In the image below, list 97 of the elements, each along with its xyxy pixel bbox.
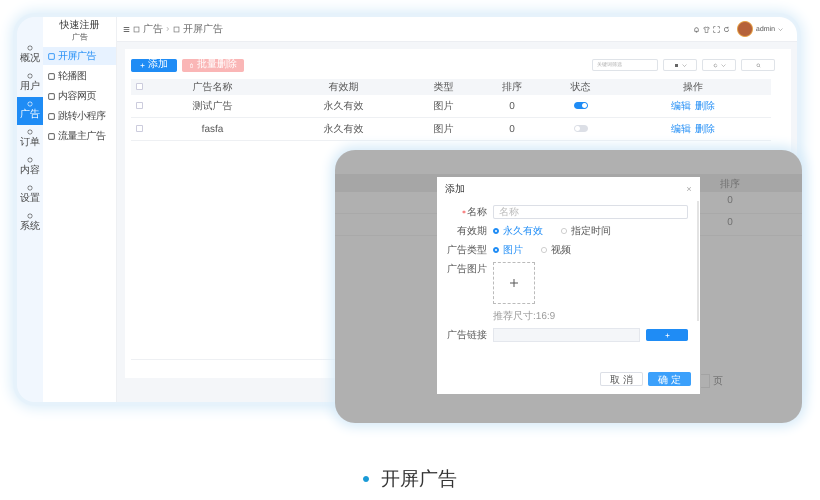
menu-item-icon xyxy=(48,52,55,60)
table-cell-text: 0 xyxy=(726,217,734,228)
name-field[interactable]: 名称 xyxy=(493,205,688,219)
status-toggle[interactable] xyxy=(574,102,588,110)
menu-item-icon xyxy=(48,132,55,140)
app-title: 快速注册 xyxy=(60,20,100,32)
field-label: 有效期 xyxy=(457,224,487,238)
rail-label: 用户 xyxy=(20,80,40,93)
trash-icon xyxy=(189,62,194,68)
select-all-checkbox[interactable] xyxy=(136,82,142,90)
column-header: 操作 xyxy=(614,79,771,95)
status-toggle[interactable] xyxy=(574,125,588,132)
column-header: 状态 xyxy=(546,79,615,95)
plus-icon xyxy=(509,278,519,288)
row-checkbox[interactable] xyxy=(136,102,142,108)
fullscreen-icon[interactable] xyxy=(712,26,720,32)
rail-label: 广告 xyxy=(20,108,40,121)
close-icon[interactable] xyxy=(686,186,692,192)
dialog-title: 添加 xyxy=(445,182,465,196)
avatar[interactable] xyxy=(736,21,753,37)
column-header: 排序 xyxy=(478,79,546,95)
rail-item[interactable]: 内容 xyxy=(17,153,43,181)
table-cell: fasfa xyxy=(147,118,278,140)
pager-label: 页 xyxy=(713,375,723,388)
page-input[interactable] xyxy=(701,374,710,388)
grid-icon xyxy=(674,62,678,68)
bullet-icon xyxy=(363,476,369,482)
rail-label: 订单 xyxy=(20,136,40,149)
rail-label: 系统 xyxy=(20,220,40,233)
radio-option[interactable]: 视频 xyxy=(541,243,571,257)
column-header: 广告名称 xyxy=(147,79,278,95)
table-cell: 0 xyxy=(478,118,546,140)
column-header: 有效期 xyxy=(278,79,410,95)
radio-option[interactable]: 图片 xyxy=(493,243,523,257)
breadcrumb-item[interactable]: 广告 xyxy=(143,22,163,36)
submenu-item[interactable]: 轮播图 xyxy=(43,67,116,85)
nav-icon xyxy=(27,73,33,79)
field-label: 广告类型 xyxy=(447,244,487,257)
radio-option[interactable]: 指定时间 xyxy=(561,224,611,238)
rail-item[interactable]: 订单 xyxy=(17,125,43,153)
rail-item[interactable]: 系统 xyxy=(17,209,43,237)
plus-icon xyxy=(140,62,145,68)
page-icon xyxy=(133,26,140,32)
table-cell: 图片 xyxy=(409,118,478,140)
rail-item[interactable]: 用户 xyxy=(17,69,43,97)
rail-item[interactable]: 概况 xyxy=(17,41,43,69)
table-cell: 永久有效 xyxy=(278,95,410,118)
menu-item-icon xyxy=(48,72,55,80)
caret-icon xyxy=(720,64,726,66)
plus-icon xyxy=(664,332,670,338)
field-label: 名称 xyxy=(467,206,487,219)
search-icon xyxy=(756,62,760,68)
column-header: 类型 xyxy=(409,79,478,95)
table-cell: 永久有效 xyxy=(278,118,410,140)
nav-icon xyxy=(27,129,33,135)
caret-icon xyxy=(682,64,686,66)
image-upload[interactable] xyxy=(493,262,535,304)
table-cell: 图片 xyxy=(409,95,478,118)
nav-icon xyxy=(27,157,33,163)
menu-item-icon xyxy=(48,92,55,100)
menu-icon[interactable] xyxy=(123,26,130,32)
nav-icon xyxy=(27,185,33,191)
page-icon xyxy=(173,26,180,32)
rail-label: 概况 xyxy=(20,52,40,65)
size-hint: 推荐尺寸:16:9 xyxy=(492,310,556,323)
nav-icon xyxy=(27,45,33,51)
refresh-icon[interactable] xyxy=(722,26,730,32)
chevron-icon xyxy=(166,26,170,32)
field-label: 广告链接 xyxy=(447,328,487,342)
row-checkbox[interactable] xyxy=(136,124,142,132)
breadcrumb-item[interactable]: 开屏广告 xyxy=(183,22,223,36)
action-link[interactable]: 编辑 xyxy=(670,101,691,112)
app-subtitle: 广告 xyxy=(72,33,88,43)
nav-icon xyxy=(27,101,33,107)
rail-label: 内容 xyxy=(20,164,40,177)
link-field[interactable] xyxy=(493,328,640,342)
action-link[interactable]: 删除 xyxy=(694,101,715,112)
table-cell: 0 xyxy=(478,95,546,118)
table-cell-text: 0 xyxy=(726,195,734,206)
shirt-icon[interactable] xyxy=(702,26,710,32)
table-cell: 测试广告 xyxy=(147,95,278,118)
rail-item[interactable]: 设置 xyxy=(17,181,43,209)
submenu-item[interactable]: 流量主广告 xyxy=(43,127,116,145)
cancel-button[interactable]: 取 消 xyxy=(600,372,643,386)
column-header: 排序 xyxy=(720,178,740,191)
action-link[interactable]: 删除 xyxy=(694,124,715,135)
field-label: 广告图片 xyxy=(447,262,487,276)
submenu-item[interactable]: 跳转小程序 xyxy=(43,107,116,125)
action-link[interactable]: 编辑 xyxy=(670,124,691,135)
rail-label: 设置 xyxy=(20,192,40,205)
view-dropdown[interactable] xyxy=(663,59,697,71)
bell-icon[interactable] xyxy=(692,26,700,32)
caret-icon[interactable] xyxy=(778,28,783,30)
refresh-icon xyxy=(712,62,718,68)
menu-item-icon xyxy=(48,112,55,120)
submenu-item[interactable]: 内容网页 xyxy=(43,87,116,105)
caption: 开屏广告 xyxy=(381,468,457,492)
